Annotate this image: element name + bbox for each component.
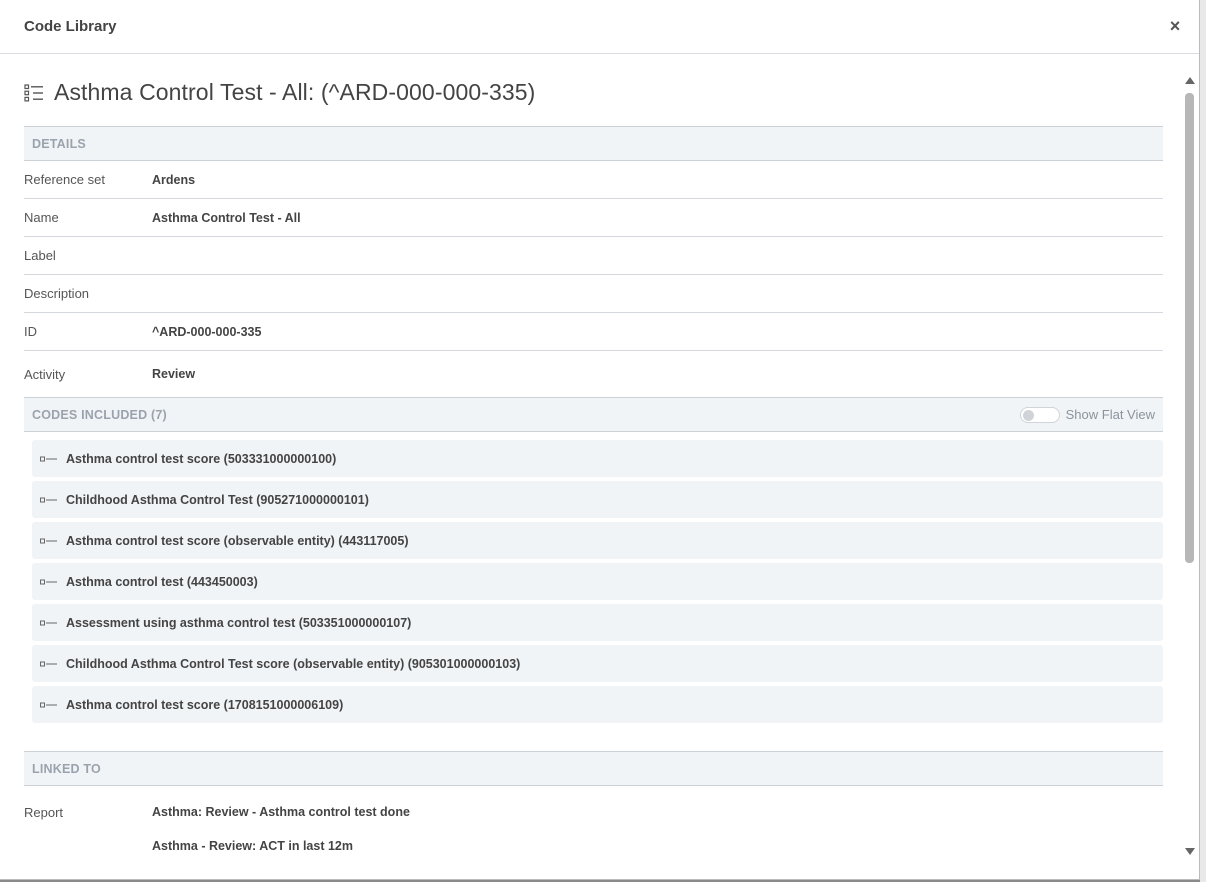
codes-heading: CODES INCLUDED (7) [32, 407, 167, 422]
detail-label: Description [24, 286, 90, 301]
details-section-header: DETAILS [24, 126, 1163, 161]
flat-view-toggle[interactable]: Show Flat View [1019, 406, 1155, 423]
toggle-knob [1022, 409, 1034, 421]
code-item[interactable]: Assessment using asthma control test (50… [32, 604, 1163, 641]
code-label: Asthma control test score (5033310000001… [66, 451, 337, 466]
detail-row-name: Name Asthma Control Test - All [24, 199, 1163, 237]
detail-value: Review [152, 367, 196, 381]
page-title-text: Asthma Control Test - All: (^ARD-000-000… [54, 79, 536, 105]
linked-report-link[interactable]: Asthma: Review - Asthma control test don… [152, 805, 410, 819]
code-label: Childhood Asthma Control Test (905271000… [66, 492, 369, 507]
flat-view-label[interactable]: Show Flat View [1066, 407, 1155, 422]
tree-node-icon [40, 538, 57, 543]
modal-header: Code Library × [0, 0, 1199, 54]
detail-row-reference-set: Reference set Ardens [24, 161, 1163, 199]
detail-label: Reference set [24, 172, 105, 187]
code-item[interactable]: Asthma control test score (1708151000006… [32, 686, 1163, 723]
tree-node-icon [40, 702, 57, 707]
detail-label: Label [24, 248, 56, 263]
code-label: Assessment using asthma control test (50… [66, 615, 412, 630]
code-library-modal: Code Library × Asthma Control Test - All… [0, 0, 1200, 880]
code-item[interactable]: Asthma control test (443450003) [32, 563, 1163, 600]
modal-title: Code Library [24, 18, 117, 35]
code-label: Childhood Asthma Control Test score (obs… [66, 656, 521, 671]
details-table: Reference set Ardens Name Asthma Control… [24, 161, 1163, 397]
linked-section: LINKED TO Report Asthma: Review - Asthma… [24, 751, 1163, 853]
code-label: Asthma control test score (observable en… [66, 533, 409, 548]
page-title: Asthma Control Test - All: (^ARD-000-000… [24, 79, 535, 106]
details-heading: DETAILS [32, 136, 86, 151]
page-backdrop [1200, 0, 1206, 882]
linked-heading: LINKED TO [32, 761, 101, 776]
linked-section-header: LINKED TO [24, 751, 1163, 786]
tree-node-icon [40, 661, 57, 666]
code-label: Asthma control test (443450003) [66, 574, 258, 589]
content: DETAILS Reference set Ardens Name Asthma… [24, 126, 1163, 853]
code-label: Asthma control test score (1708151000006… [66, 697, 344, 712]
detail-row-activity: Activity Review [24, 351, 1163, 397]
codes-list: Asthma control test score (5033310000001… [24, 432, 1163, 723]
linked-report-link[interactable]: Asthma - Review: ACT in last 12m [152, 839, 410, 853]
vertical-scrollbar[interactable] [1181, 55, 1199, 879]
codes-section-header: CODES INCLUDED (7) Show Flat View [24, 397, 1163, 432]
detail-value: Asthma Control Test - All [152, 210, 301, 225]
close-button[interactable]: × [1167, 16, 1183, 37]
code-item[interactable]: Asthma control test score (5033310000001… [32, 440, 1163, 477]
tree-node-icon [40, 579, 57, 584]
detail-label: Name [24, 210, 59, 225]
linked-report-row: Report Asthma: Review - Asthma control t… [24, 786, 1163, 853]
scroll-down-arrow-icon[interactable] [1185, 848, 1195, 855]
detail-row-description: Description [24, 275, 1163, 313]
detail-row-id: ID ^ARD-000-000-335 [24, 313, 1163, 351]
code-item[interactable]: Childhood Asthma Control Test (905271000… [32, 481, 1163, 518]
toggle-switch[interactable] [1019, 406, 1060, 423]
detail-value: ^ARD-000-000-335 [152, 324, 262, 339]
scroll-up-arrow-icon[interactable] [1185, 77, 1195, 84]
code-item[interactable]: Childhood Asthma Control Test score (obs… [32, 645, 1163, 682]
detail-value: Ardens [152, 172, 196, 187]
linked-values: Asthma: Review - Asthma control test don… [152, 805, 410, 853]
tree-node-icon [40, 456, 57, 461]
code-item[interactable]: Asthma control test score (observable en… [32, 522, 1163, 559]
detail-label: Activity [24, 366, 66, 382]
tree-node-icon [40, 620, 57, 625]
list-tree-icon [24, 83, 43, 101]
detail-label: ID [24, 324, 37, 339]
modal-body[interactable]: Asthma Control Test - All: (^ARD-000-000… [0, 55, 1181, 879]
scroll-thumb[interactable] [1185, 93, 1194, 563]
linked-label: Report [24, 805, 64, 820]
tree-node-icon [40, 497, 57, 502]
detail-row-label: Label [24, 237, 1163, 275]
